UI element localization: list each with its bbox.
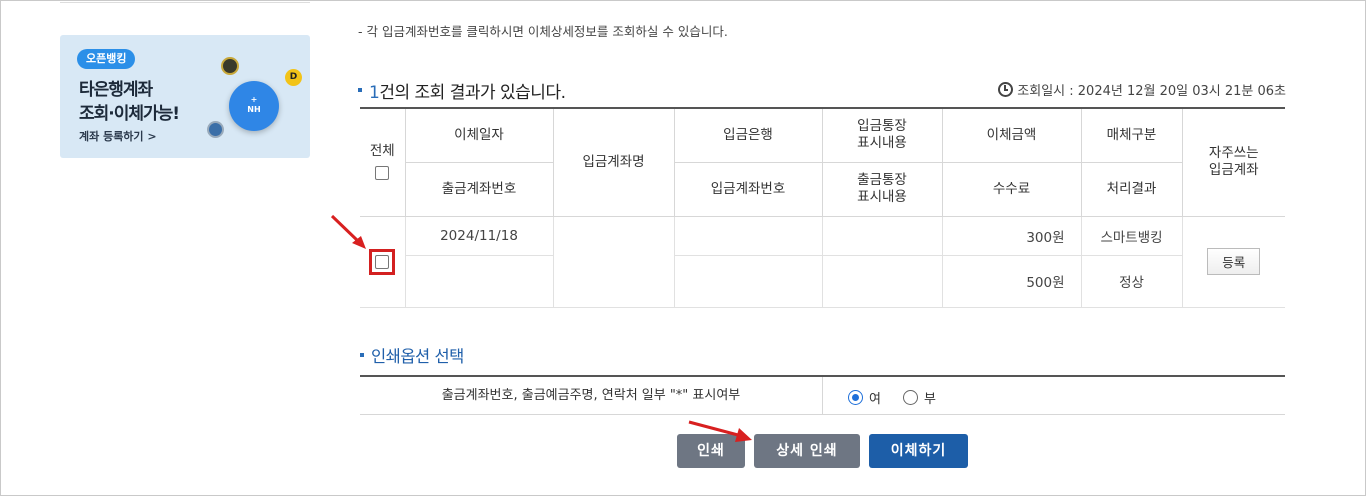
mask-radio-group: 여 부 <box>848 388 958 407</box>
th-transfer-date: 이체일자 <box>404 107 554 163</box>
th-deposit-memo: 입금통장 표시내용 <box>821 107 943 163</box>
td-withdraw-memo <box>821 254 943 308</box>
annotation-arrow-icon <box>688 420 752 442</box>
td-transfer-date: 2024/11/18 <box>404 215 554 256</box>
select-all-label: 전체 <box>369 142 395 159</box>
row-checkbox-highlight <box>369 248 396 275</box>
result-count: 1 <box>369 83 380 103</box>
promo-headline-1: 타은행계좌 <box>79 80 153 100</box>
print-options-title: 인쇄옵션 선택 <box>360 343 464 367</box>
td-media-type: 스마트뱅킹 <box>1080 215 1183 256</box>
td-fee: 500원 <box>941 254 1082 308</box>
clock-icon <box>998 82 1014 97</box>
radio-yes-label[interactable]: 여 <box>869 388 881 407</box>
radio-no[interactable] <box>902 390 918 405</box>
sidebar-divider <box>60 0 310 3</box>
detail-print-button[interactable]: 상세 인쇄 <box>754 434 860 468</box>
select-all-checkbox[interactable] <box>375 165 390 180</box>
th-result: 처리결과 <box>1080 161 1182 217</box>
th-withdraw-memo: 출금통장 표시내용 <box>821 161 943 217</box>
promo-badge: 오픈뱅킹 <box>77 49 136 69</box>
td-deposit-account-name <box>552 215 675 308</box>
globe-coin-icon <box>207 121 224 138</box>
td-deposit-bank <box>673 215 823 256</box>
print-option-row: 출금계좌번호, 출금예금주명, 연락처 일부 "*" 표시여부 여 부 <box>360 375 1285 415</box>
td-transfer-amount: 300원 <box>941 215 1082 256</box>
radio-yes[interactable] <box>848 390 863 405</box>
td-result: 정상 <box>1080 254 1182 308</box>
query-time: 조회일시 : 2024년 12월 20일 03시 21분 06초 <box>998 80 1286 99</box>
coin-d-icon: D <box>285 69 302 86</box>
row-checkbox[interactable] <box>375 254 390 269</box>
radio-no-label[interactable]: 부 <box>924 388 936 407</box>
td-deposit-account-no[interactable] <box>673 254 823 308</box>
result-title-suffix: 건의 조회 결과가 있습니다. <box>379 83 566 103</box>
th-transfer-amount: 이체금액 <box>941 107 1082 163</box>
annotation-arrow-icon <box>330 214 366 249</box>
print-option-label: 출금계좌번호, 출금예금주명, 연락처 일부 "*" 표시여부 <box>360 377 823 415</box>
open-banking-promo-banner[interactable]: 오픈뱅킹 타은행계좌 조회·이체가능! 계좌 등록하기 > D + NH <box>60 35 310 158</box>
transfer-result-table: 전체 이체일자 입금계좌명 입금은행 입금통장 표시내용 이체금액 매체구분 자… <box>360 107 1285 308</box>
transfer-button[interactable]: 이체하기 <box>869 434 968 468</box>
query-time-text: 조회일시 : 2024년 12월 20일 03시 21분 06초 <box>1017 84 1286 99</box>
table-row: 2024/11/18 300원 스마트뱅킹 등록 <box>360 215 1285 308</box>
bullet-icon <box>360 352 364 357</box>
register-account-link[interactable]: 계좌 등록하기 > <box>79 128 157 144</box>
bullet-icon <box>358 88 362 92</box>
th-deposit-account-name: 입금계좌명 <box>552 107 675 217</box>
notice-text: - 각 입금계좌번호를 클릭하시면 이체상세정보를 조회하실 수 있습니다. <box>358 24 728 39</box>
td-deposit-memo <box>821 215 943 256</box>
table-row: 500원 정상 <box>360 254 1285 308</box>
select-all-header: 전체 <box>360 107 406 217</box>
th-deposit-bank: 입금은행 <box>673 107 823 163</box>
td-frequent-account: 등록 <box>1181 215 1285 308</box>
th-fee: 수수료 <box>941 161 1082 217</box>
print-options-title-text: 인쇄옵션 선택 <box>371 347 464 366</box>
result-count-title: 1건의 조회 결과가 있습니다. <box>358 78 566 103</box>
th-withdraw-account-no: 출금계좌번호 <box>405 161 554 217</box>
th-media-type: 매체구분 <box>1080 107 1183 163</box>
th-deposit-account-no: 입금계좌번호 <box>673 161 823 217</box>
promo-headline-2: 조회·이체가능! <box>79 104 180 124</box>
coin-icon <box>221 57 239 75</box>
register-frequent-button[interactable]: 등록 <box>1207 248 1261 275</box>
td-withdraw-account-no <box>405 254 554 308</box>
nh-circle-icon: + NH <box>229 81 279 131</box>
th-frequent-account: 자주쓰는 입금계좌 <box>1181 107 1285 217</box>
